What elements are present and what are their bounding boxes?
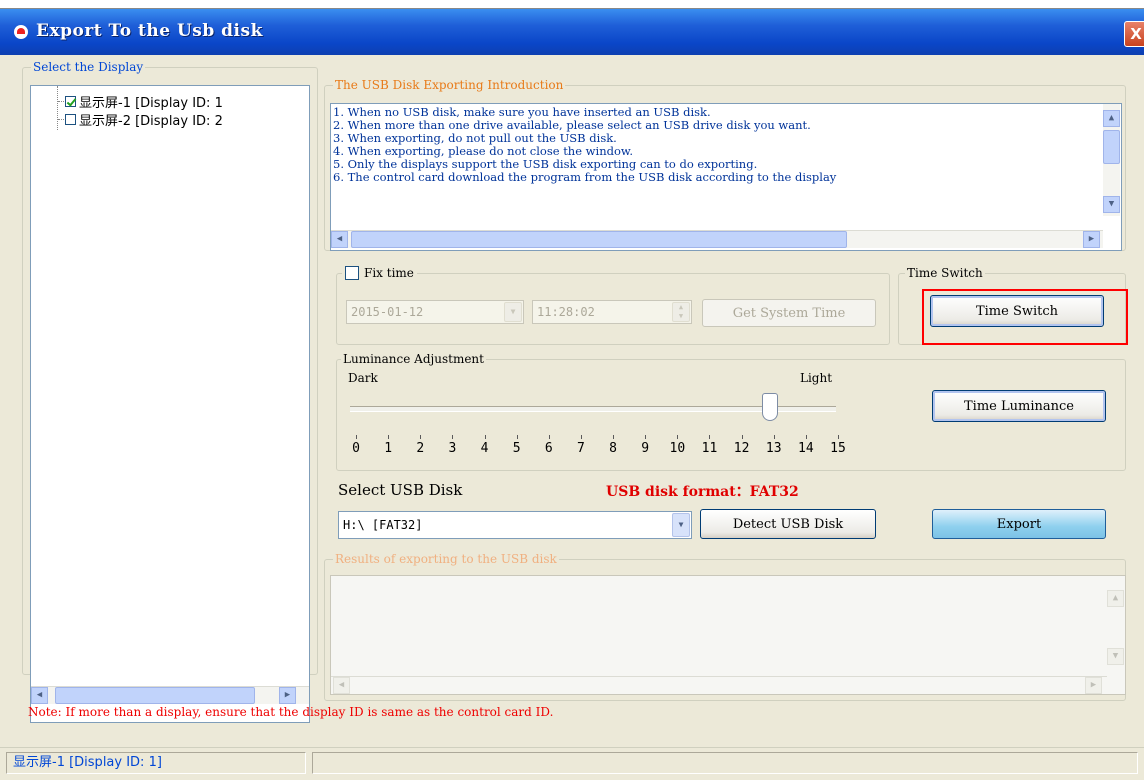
slider-tick-label: 10 [669,441,686,456]
slider-tick-label: 9 [641,441,650,456]
get-system-time-button[interactable]: Get System Time [702,299,876,327]
intro-vscrollbar[interactable]: ▲ ▼ [1103,104,1120,216]
slider-tick-label: 2 [416,441,425,456]
results-legend: Results of exporting to the USB disk [333,552,559,566]
scroll-down-icon[interactable]: ▼ [1103,196,1120,213]
slider-tick-label: 6 [544,441,553,456]
slider-tick [741,435,743,439]
note-text: Note: If more than a display, ensure tha… [28,705,554,719]
slider-tick-label: 4 [480,441,489,456]
fix-time-checkbox[interactable] [345,266,359,280]
slider-tick-label: 15 [830,441,846,456]
select-display-legend: Select the Display [31,60,146,74]
display-hscroll-thumb[interactable] [55,687,255,704]
slider-tick [484,435,486,439]
dark-label: Dark [348,371,378,385]
slider-tick [709,435,711,439]
intro-hscrollbar[interactable]: ◀ ▶ [331,230,1103,248]
date-value: 2015-01-12 [351,305,424,319]
light-label: Light [800,371,833,385]
display-tree: 显示屏-1 [Display ID: 1 显示屏-2 [Display ID: … [30,85,310,723]
detect-usb-button[interactable]: Detect USB Disk [700,509,876,539]
status-display: 显示屏-1 [Display ID: 1] [6,752,306,774]
display-hscrollbar[interactable]: ◀ ▶ [31,686,309,704]
export-usb-window: Export To the Usb disk X Select the Disp… [0,8,1144,780]
time-value: 11:28:02 [537,305,595,319]
slider-tick [388,435,390,439]
slider-tick [452,435,454,439]
title-bar[interactable]: Export To the Usb disk X [0,9,1144,55]
app-icon [14,25,28,39]
display-1-label: 显示屏-1 [Display ID: 1 [79,95,223,111]
results-log[interactable]: ▲ ▼ ◀ ▶ [330,575,1126,695]
display-item-1[interactable]: 显示屏-1 [Display ID: 1 [65,92,223,111]
fix-time-label: Fix time [364,266,414,280]
slider-tick-label: 11 [701,441,718,456]
chevron-down-icon[interactable]: ▼ [672,513,690,537]
slider-tick [805,435,807,439]
window-title: Export To the Usb disk [36,21,263,41]
results-hscrollbar[interactable]: ◀ ▶ [331,676,1107,694]
results-vscrollbar[interactable]: ▲ ▼ [1107,576,1124,676]
scroll-left-icon[interactable]: ◀ [331,231,348,248]
scroll-down-icon[interactable]: ▼ [1107,648,1124,665]
close-button[interactable]: X [1124,21,1144,47]
scroll-left-icon[interactable]: ◀ [333,677,350,694]
chevron-down-icon[interactable]: ▼ [504,302,522,322]
slider-tick-label: 7 [577,441,585,456]
time-luminance-button[interactable]: Time Luminance [932,390,1106,422]
status-bar: 显示屏-1 [Display ID: 1] [0,747,1144,780]
luminance-slider-thumb[interactable] [762,393,778,421]
highlight-box [922,289,1128,345]
scroll-right-icon[interactable]: ▶ [1085,677,1102,694]
slider-tick-label: 8 [609,441,617,456]
slider-tick-label: 5 [512,441,521,456]
display-2-checkbox[interactable] [65,113,76,125]
slider-tick [613,435,615,439]
display-1-checkbox[interactable] [65,95,76,107]
slider-tick [420,435,422,439]
spin-updown-icon[interactable]: ▲ ▼ [672,302,690,322]
display-2-label: 显示屏-2 [Display ID: 2 [79,113,223,129]
date-picker[interactable]: 2015-01-12 ▼ [346,300,524,324]
intro-text: 1. When no USB disk, make sure you have … [333,106,1101,218]
export-button[interactable]: Export [932,509,1106,539]
status-message [312,752,1138,774]
slider-tick [356,435,357,439]
usb-disk-select[interactable]: H:\ [FAT32] ▼ [338,511,692,539]
select-usb-label: Select USB Disk [338,481,463,499]
time-switch-legend: Time Switch [905,266,985,280]
intro-textbox[interactable]: 1. When no USB disk, make sure you have … [330,103,1122,251]
slider-tick-label: 0 [352,441,360,456]
slider-tick [516,435,518,439]
intro-legend: The USB Disk Exporting Introduction [333,78,566,92]
intro-line: 6. The control card download the program… [333,170,837,184]
slider-tick [645,435,647,439]
slider-tick-label: 3 [448,441,457,456]
slider-tick [838,435,839,439]
intro-vscroll-thumb[interactable] [1103,130,1120,164]
scroll-up-icon[interactable]: ▲ [1103,110,1120,127]
tree-connector [57,86,58,130]
slider-tick [580,435,582,439]
slider-tick-label: 14 [798,441,814,456]
usb-disk-value: H:\ [FAT32] [343,518,423,532]
display-item-2[interactable]: 显示屏-2 [Display ID: 2 [65,110,223,129]
scroll-up-icon[interactable]: ▲ [1107,590,1124,607]
fix-time-toggle[interactable]: Fix time [342,266,417,280]
scroll-left-icon[interactable]: ◀ [31,687,48,704]
intro-hscroll-thumb[interactable] [351,231,847,248]
usb-format-label: USB disk format：FAT32 [606,484,799,500]
slider-tick [548,435,550,439]
luminance-legend: Luminance Adjustment [341,352,486,366]
scroll-right-icon[interactable]: ▶ [279,687,296,704]
slider-tick-label: 1 [384,441,393,456]
slider-tick-label: 13 [765,441,782,456]
slider-tick-label: 12 [733,441,750,456]
scroll-right-icon[interactable]: ▶ [1083,231,1100,248]
time-spinner[interactable]: 11:28:02 ▲ ▼ [532,300,692,324]
slider-tick [677,435,679,439]
slider-tick [773,435,775,439]
